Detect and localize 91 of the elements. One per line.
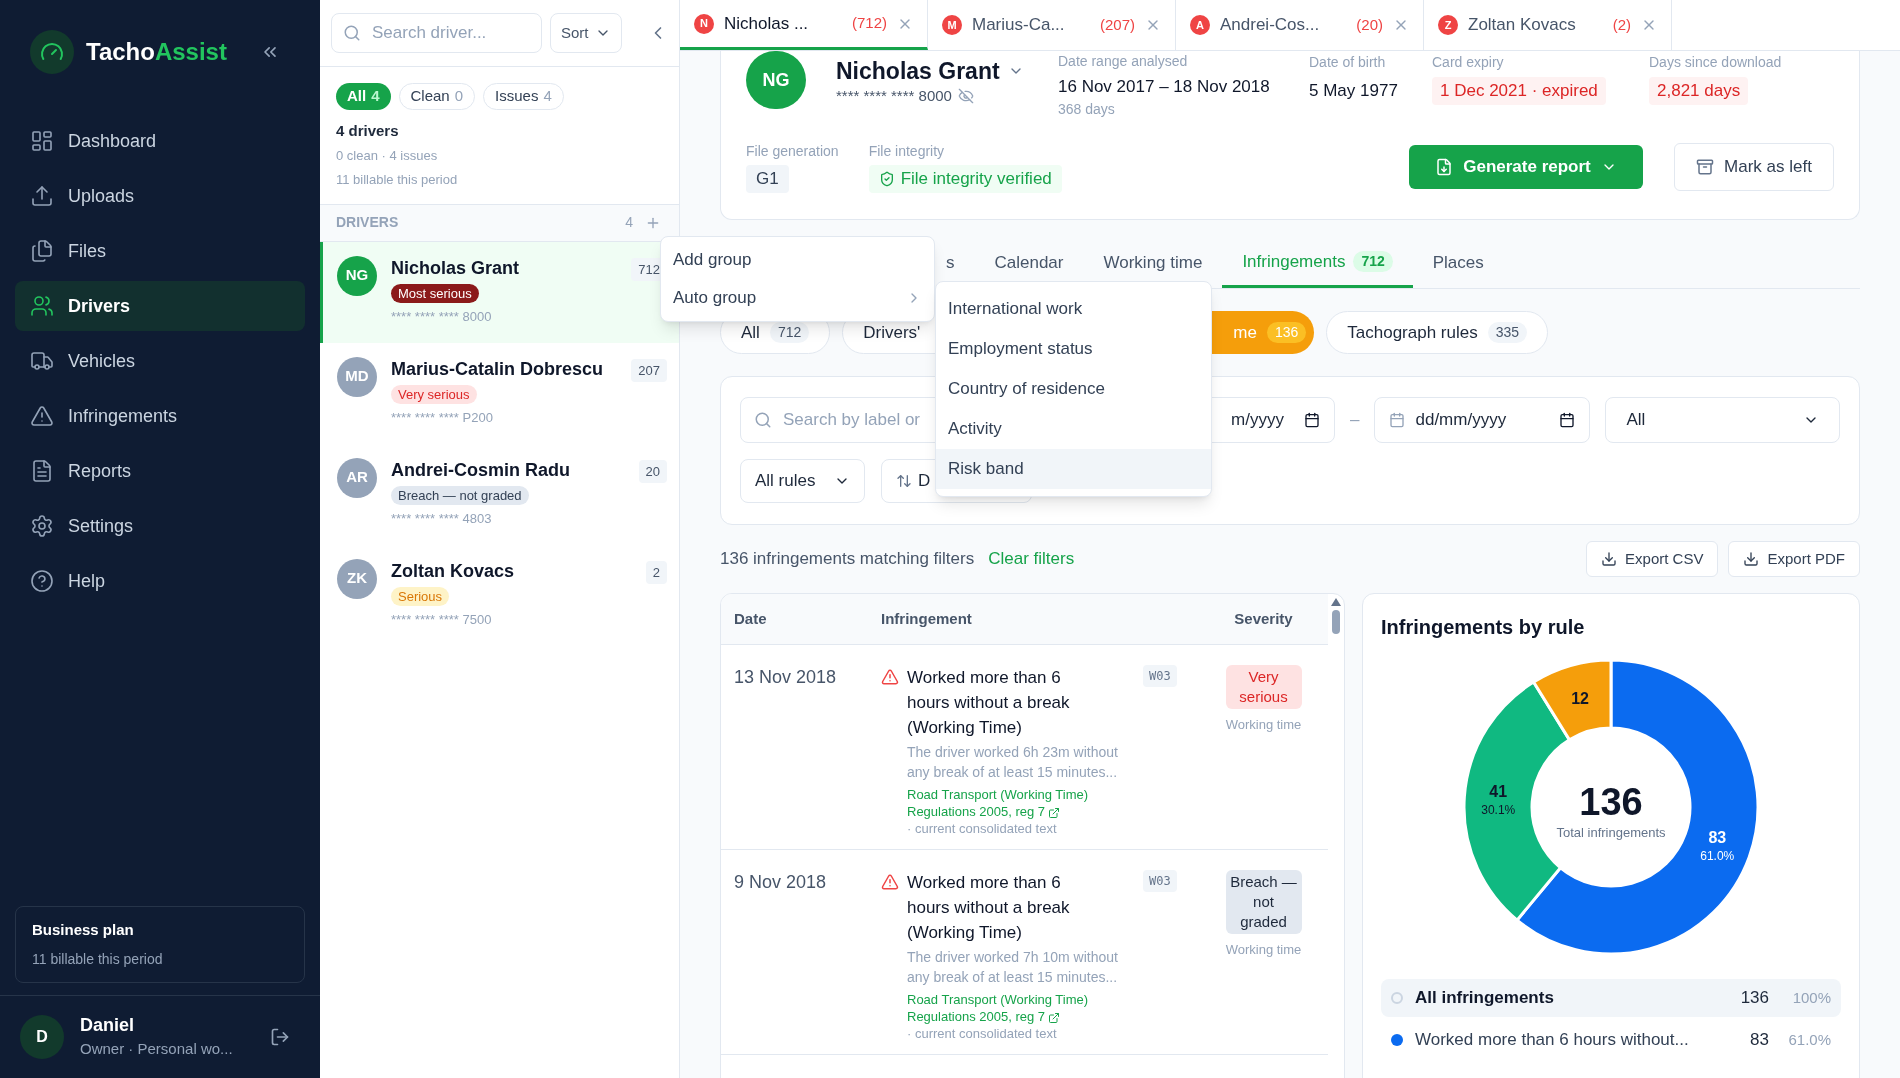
severity-badge: Breach — not graded xyxy=(391,485,529,505)
legend-share: 100% xyxy=(1791,987,1831,1008)
range-dash: – xyxy=(1350,409,1360,432)
driver-summary: 0 clean · 4 issues xyxy=(336,146,439,165)
severity-badge: Breach — not graded xyxy=(1225,870,1302,934)
infringement-count: 2 xyxy=(645,560,667,584)
driver-name: Marius-Catalin Dobrescu xyxy=(391,357,605,381)
user-role: Owner · Personal wo... xyxy=(80,1039,233,1059)
chart-title: Infringements by rule xyxy=(1381,615,1586,640)
user-name: Daniel xyxy=(80,1014,136,1037)
slice-value-label: 12 xyxy=(1571,690,1589,708)
date-range: 16 Nov 2017 – 18 Nov 2018 xyxy=(1058,76,1271,98)
plan-subtitle: 11 billable this period xyxy=(32,950,164,969)
tab-count: (207) xyxy=(1099,14,1135,35)
infringement-count: 207 xyxy=(631,358,667,382)
category-label: Working time xyxy=(1225,941,1302,959)
tab-title: Zoltan Kovacs xyxy=(1468,14,1576,37)
column-header: Date xyxy=(733,608,768,629)
rule-code: W03 xyxy=(1143,870,1177,892)
tab-initial-badge: Z xyxy=(1438,15,1458,35)
infringement-count: 20 xyxy=(638,459,667,483)
card-number: **** **** **** P200 xyxy=(391,408,494,427)
days-since-download-badge: 2,821 days xyxy=(1649,77,1749,105)
tab-initial-badge: M xyxy=(942,15,962,35)
driver-avatar: AR xyxy=(337,457,377,498)
driver-avatar: MD xyxy=(337,356,377,397)
app-logo-text: TachoAssist xyxy=(86,37,227,67)
infringement-title: Worked more than 6 hours without a break (Working Time) xyxy=(907,872,1071,944)
driver-count: 4 drivers xyxy=(336,121,400,141)
regulation-note: · current consolidated text xyxy=(907,1025,1058,1042)
slice-share-label: 61.0% xyxy=(1700,849,1735,864)
severity-badge: Most serious xyxy=(391,283,479,303)
tab-title: Andrei-Cos... xyxy=(1220,14,1320,37)
tab-initial-badge: A xyxy=(1190,15,1210,35)
tab-count: (20) xyxy=(1356,14,1383,35)
tab-title: Marius-Ca... xyxy=(972,14,1065,37)
slice-value-label: 83 xyxy=(1708,829,1727,847)
date-cell-text: 13 Nov 2018 xyxy=(733,666,838,689)
section-title: DRIVERS xyxy=(336,213,399,232)
card-number: **** **** **** 4803 xyxy=(391,509,493,528)
billing-note: 11 billable this period xyxy=(336,171,459,189)
driver-name: Nicholas Grant xyxy=(836,57,1000,85)
card-number: **** **** **** 8000 xyxy=(391,307,493,326)
slice-share-label: 30.1% xyxy=(1481,803,1516,818)
category-label: Working time xyxy=(1225,716,1302,734)
infringement-description: The driver worked 6h 23m without any break of at least 15 minutes... xyxy=(907,743,1119,782)
field-label: Date range analysed xyxy=(1058,52,1189,71)
results-summary: 136 infringements matching filters xyxy=(720,548,975,571)
severity-badge: Very serious xyxy=(1225,665,1302,709)
rule-code: W03 xyxy=(1143,665,1177,687)
date-cell-text: 9 Nov 2018 xyxy=(733,871,828,894)
card-expiry-badge: 1 Dec 2021 · expired xyxy=(1432,77,1606,105)
infringement-description: The driver worked 7h 10m without any break of at least 15 minutes... xyxy=(907,948,1119,987)
infringement-title: Worked more than 6 hours without a break (Working Time) xyxy=(907,667,1071,739)
legend-count: 83 xyxy=(1750,1029,1769,1052)
birth-date: 5 May 1977 xyxy=(1309,80,1399,102)
field-label: Days since download xyxy=(1649,53,1782,72)
file-integrity-badge: File integrity verified xyxy=(868,165,1062,193)
date-range-days: 368 days xyxy=(1058,99,1309,120)
field-label: File generation xyxy=(746,142,839,162)
driver-avatar: ZK xyxy=(337,558,377,599)
column-header: Infringement xyxy=(881,608,973,629)
tab-title: Nicholas ... xyxy=(724,12,809,35)
regulation-note: · current consolidated text xyxy=(907,820,1058,837)
field-label: File integrity xyxy=(868,142,946,162)
plan-title: Business plan xyxy=(32,919,135,940)
card-number: **** **** **** 8000 xyxy=(836,86,952,106)
user-avatar: D xyxy=(20,1015,64,1059)
driver-avatar: NG xyxy=(337,255,377,296)
severity-badge: Very serious xyxy=(391,384,477,404)
total-label: Total infringements xyxy=(1556,825,1666,840)
severity-badge: Serious xyxy=(391,586,450,606)
tab-count: (2) xyxy=(1612,14,1631,35)
column-header: Severity xyxy=(1233,608,1294,629)
legend-label: Worked more than 6 hours without... xyxy=(1415,1029,1689,1052)
tab-count: (712) xyxy=(851,13,887,34)
section-count: 4 xyxy=(625,213,633,232)
total-value: 136 xyxy=(1579,781,1643,823)
field-label: Date of birth xyxy=(1309,53,1387,72)
driver-name: Nicholas Grant xyxy=(391,256,521,280)
driver-avatar: NG xyxy=(746,51,806,109)
legend-share: 61.0% xyxy=(1787,1029,1831,1050)
field-label: Card expiry xyxy=(1432,53,1505,72)
legend-label: All infringements xyxy=(1415,987,1554,1010)
driver-name: Andrei-Cosmin Radu xyxy=(391,458,571,482)
tab-initial-badge: N xyxy=(694,13,714,34)
file-generation-badge: G1 xyxy=(746,165,789,193)
card-number: **** **** **** 7500 xyxy=(391,610,493,629)
legend-count: 136 xyxy=(1740,987,1769,1010)
driver-name: Zoltan Kovacs xyxy=(391,559,516,583)
slice-value-label: 41 xyxy=(1489,783,1508,801)
